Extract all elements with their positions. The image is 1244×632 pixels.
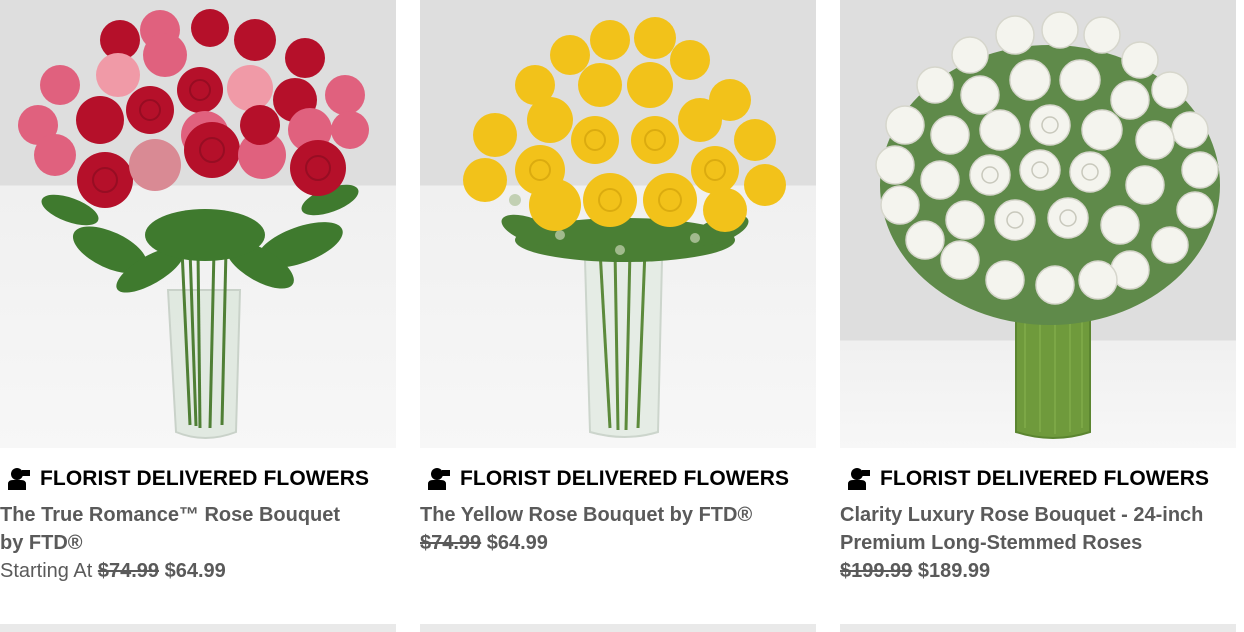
product-image-true-romance[interactable] xyxy=(0,0,396,448)
product-title-line[interactable]: Premium Long-Stemmed Roses xyxy=(840,529,1240,557)
badge-label: FLORIST DELIVERED FLOWERS xyxy=(880,467,1210,490)
price-line: $74.99 $64.99 xyxy=(420,529,820,557)
florist-delivered-badge: FLORIST DELIVERED FLOWERS xyxy=(840,466,1209,492)
rose-bouquet-illustration xyxy=(18,9,369,439)
florist-delivery-icon xyxy=(428,468,450,490)
florist-delivered-badge: FLORIST DELIVERED FLOWERS xyxy=(0,466,369,492)
florist-delivery-icon xyxy=(8,468,30,490)
product-card-yellow-rose[interactable]: FLORIST DELIVERED FLOWERS The Yellow Ros… xyxy=(420,0,816,554)
badge-label: FLORIST DELIVERED FLOWERS xyxy=(460,467,790,490)
old-price: $74.99 xyxy=(97,560,160,582)
product-grid: FLORIST DELIVERED FLOWERS The True Roman… xyxy=(0,0,1244,632)
product-title-clarity-luxury[interactable]: Clarity Luxury Rose Bouquet - 24-inch Pr… xyxy=(840,501,1240,585)
next-product-card-edge xyxy=(420,624,816,632)
sale-price: $64.99 xyxy=(164,560,226,582)
rose-bouquet-illustration xyxy=(875,11,1220,439)
old-price: $74.99 xyxy=(420,532,482,554)
product-card-true-romance[interactable]: FLORIST DELIVERED FLOWERS The True Roman… xyxy=(0,0,396,582)
product-title-line[interactable]: Clarity Luxury Rose Bouquet - 24-inch xyxy=(840,501,1240,529)
product-card-clarity-luxury[interactable]: FLORIST DELIVERED FLOWERS Clarity Luxury… xyxy=(840,0,1236,582)
product-image-clarity-luxury[interactable] xyxy=(840,0,1236,448)
rose-bouquet-illustration xyxy=(463,17,786,438)
next-product-card-edge xyxy=(0,624,396,632)
sale-price: $64.99 xyxy=(486,532,548,554)
product-title-line[interactable]: The True Romance™ Rose Bouquet xyxy=(0,501,380,529)
sale-price: $189.99 xyxy=(917,560,991,582)
product-title-true-romance[interactable]: The True Romance™ Rose Bouquet by FTD® S… xyxy=(0,501,380,585)
old-price: $199.99 xyxy=(840,560,913,582)
price-prefix: Starting At xyxy=(0,560,93,582)
price-line: $199.99 $189.99 xyxy=(840,557,1240,585)
product-title-line[interactable]: The Yellow Rose Bouquet by FTD® xyxy=(420,501,820,529)
badge-label: FLORIST DELIVERED FLOWERS xyxy=(40,467,370,490)
price-line: Starting At $74.99 $64.99 xyxy=(0,557,380,585)
florist-delivered-badge: FLORIST DELIVERED FLOWERS xyxy=(420,466,789,492)
next-product-card-edge xyxy=(840,624,1236,632)
florist-delivery-icon xyxy=(848,468,870,490)
product-title-yellow-rose[interactable]: The Yellow Rose Bouquet by FTD® $74.99 $… xyxy=(420,501,820,557)
product-image-yellow-rose[interactable] xyxy=(420,0,816,448)
product-title-line[interactable]: by FTD® xyxy=(0,529,380,557)
